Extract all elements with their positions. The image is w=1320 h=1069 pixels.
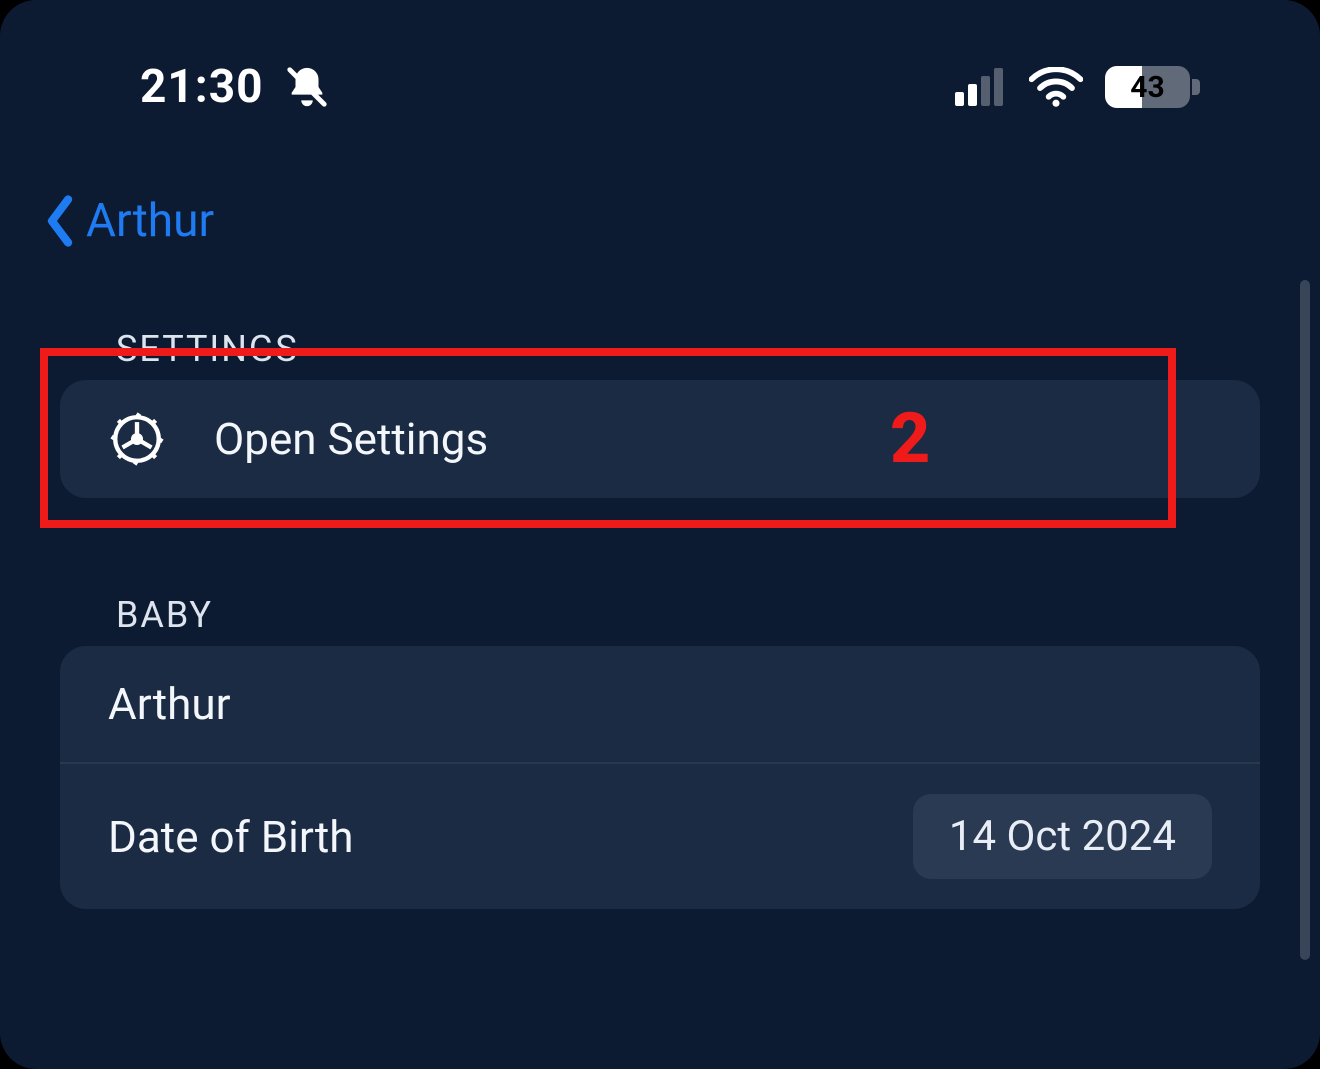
bell-silent-icon [284,64,330,110]
status-left: 21:30 [140,60,330,114]
open-settings-row[interactable]: Open Settings [60,380,1260,498]
back-label: Arthur [86,194,214,248]
cellular-signal-icon [955,68,1007,106]
baby-name-value: Arthur [108,678,1212,730]
status-bar: 21:30 [0,0,1320,114]
back-button[interactable]: Arthur [40,194,214,248]
gear-icon [108,410,166,468]
chevron-left-icon [40,194,80,248]
nav-bar: Arthur [0,114,1320,248]
content: SETTINGS Open Settings BABY [0,248,1320,909]
baby-card: Arthur Date of Birth 14 Oct 2024 [60,646,1260,909]
status-right: 43 [955,66,1200,108]
baby-name-row[interactable]: Arthur [60,646,1260,762]
dob-value[interactable]: 14 Oct 2024 [913,794,1212,879]
section-header-baby: BABY [60,594,1260,636]
battery-percent: 43 [1130,70,1164,105]
open-settings-label: Open Settings [214,413,1212,465]
section-header-settings: SETTINGS [60,328,1260,370]
app-screen: 21:30 [0,0,1320,1069]
wifi-icon [1029,67,1083,107]
status-time: 21:30 [140,60,264,114]
scrollbar[interactable] [1300,280,1310,960]
battery-indicator: 43 [1105,66,1200,108]
baby-dob-row[interactable]: Date of Birth 14 Oct 2024 [60,762,1260,909]
dob-label: Date of Birth [108,811,865,863]
settings-card: Open Settings [60,380,1260,498]
